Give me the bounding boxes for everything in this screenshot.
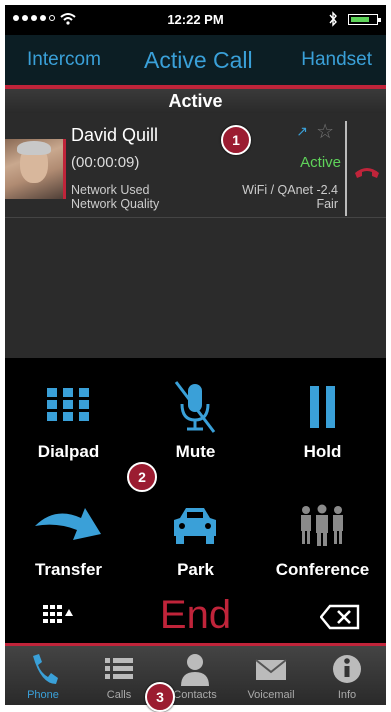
tab-voicemail[interactable]: Voicemail <box>233 646 309 705</box>
tab-info[interactable]: Info <box>309 646 385 705</box>
list-icon <box>105 658 133 679</box>
dialpad-label: Dialpad <box>37 442 100 461</box>
tab-intercom[interactable]: Intercom <box>27 49 101 71</box>
hold-label: Hold <box>303 442 342 461</box>
park-label: Park <box>177 560 214 579</box>
phone-frame: 12:22 PM Intercom Active Call Handset Ac… <box>0 0 391 712</box>
call-indicator <box>63 139 66 199</box>
callout-badge-3: 3 <box>145 682 175 712</box>
info-icon <box>333 655 361 683</box>
bluetooth-icon <box>329 11 337 27</box>
phone-icon <box>33 654 58 684</box>
mute-icon <box>174 381 216 433</box>
backspace-icon[interactable] <box>320 604 360 630</box>
transfer-arrow-icon <box>35 508 101 540</box>
section-title: Active <box>5 89 386 113</box>
tab-bar: Phone Calls Contacts Voicemail Info <box>5 646 386 705</box>
caller-name: David Quill <box>71 125 159 145</box>
call-row[interactable]: David Quill (00:00:09) Network Used Netw… <box>5 113 386 218</box>
call-direction-icon: ↗ <box>296 123 308 139</box>
car-icon <box>174 508 216 544</box>
tab-phone-label: Phone <box>27 689 59 701</box>
tab-phone[interactable]: Phone <box>5 646 81 705</box>
top-navigation: Intercom Active Call Handset <box>5 35 386 85</box>
mute-label: Mute <box>175 442 216 461</box>
hold-button[interactable]: Hold <box>259 380 386 470</box>
conference-label: Conference <box>275 560 370 579</box>
dialpad-button[interactable]: Dialpad <box>5 380 132 470</box>
park-button[interactable]: Park <box>132 498 259 588</box>
quality-value: Fair <box>316 197 338 211</box>
tab-handset[interactable]: Handset <box>301 49 372 71</box>
callout-badge-2: 2 <box>127 462 157 492</box>
battery-icon <box>348 14 381 25</box>
tab-voicemail-label: Voicemail <box>247 689 295 701</box>
avatar <box>5 139 63 199</box>
call-panel: David Quill (00:00:09) Network Used Netw… <box>5 113 386 358</box>
transfer-button[interactable]: Transfer <box>5 498 132 588</box>
call-state: Active <box>300 154 341 171</box>
contact-icon <box>181 654 209 686</box>
call-duration: (00:00:09) <box>71 154 140 171</box>
favorite-star-icon[interactable]: ☆ <box>316 119 334 144</box>
network-quality-label: Network Quality <box>71 197 160 211</box>
end-row: End <box>5 591 386 643</box>
tab-info-label: Info <box>337 689 357 701</box>
envelope-icon <box>255 659 287 680</box>
transfer-label: Transfer <box>34 560 103 579</box>
hangup-icon[interactable] <box>353 161 381 181</box>
dialpad-icon <box>47 388 89 421</box>
callout-badge-1: 1 <box>221 125 251 155</box>
row-divider <box>345 121 347 216</box>
tab-active-call[interactable]: Active Call <box>144 47 253 74</box>
mute-button[interactable]: Mute <box>132 380 259 470</box>
network-used-label: Network Used <box>71 183 150 197</box>
app-screen: 12:22 PM Intercom Active Call Handset Ac… <box>5 5 386 705</box>
pause-icon <box>310 386 335 428</box>
conference-icon <box>301 504 343 546</box>
network-value: WiFi / QAnet -2.4 <box>242 183 338 197</box>
status-bar: 12:22 PM <box>5 5 386 35</box>
conference-button[interactable]: Conference <box>259 498 386 588</box>
